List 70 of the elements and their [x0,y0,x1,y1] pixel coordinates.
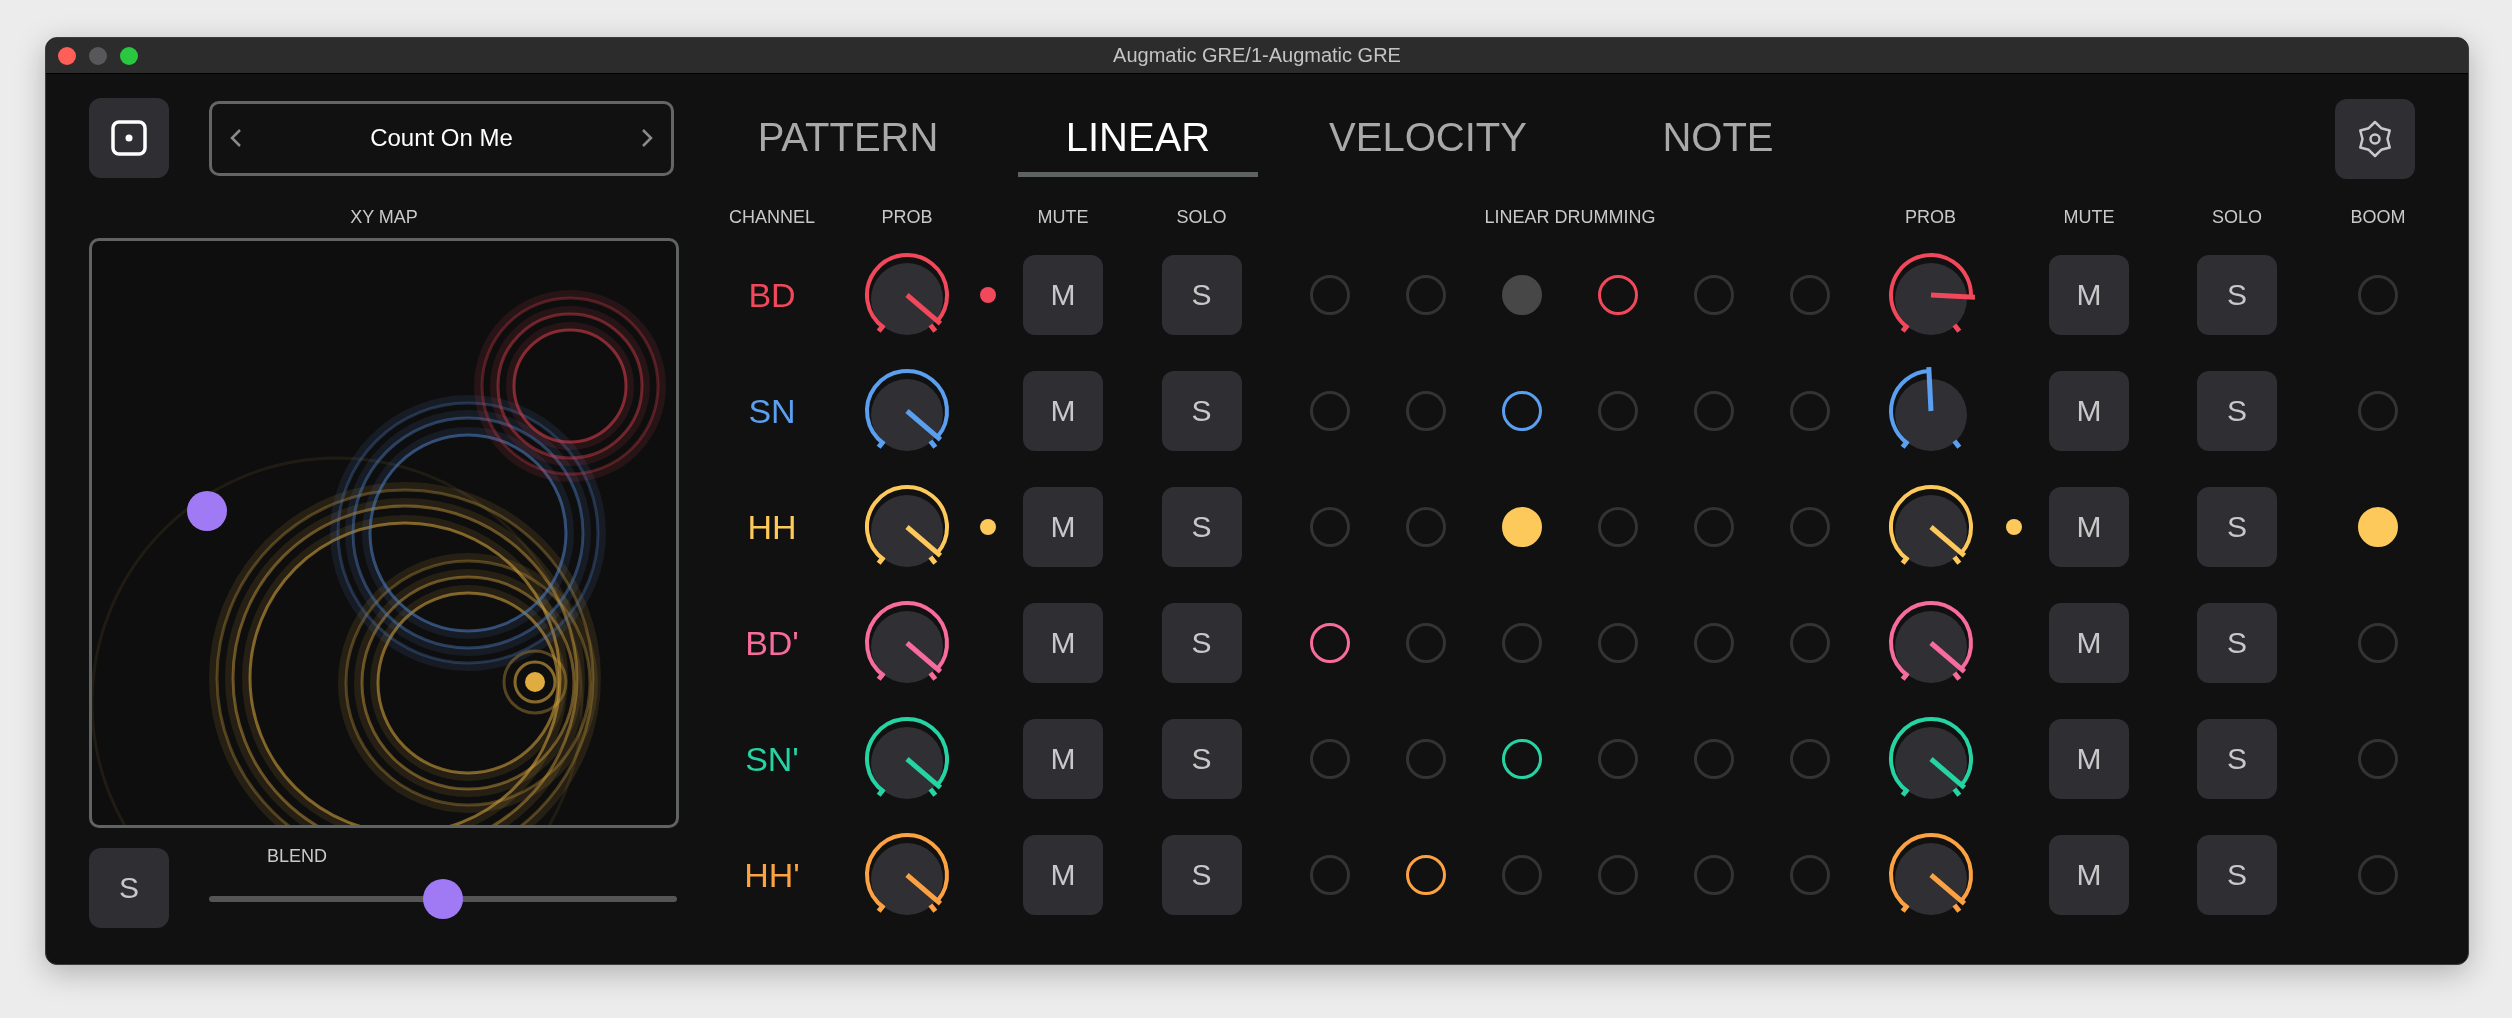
mute-button[interactable]: M [1023,719,1103,799]
xy-handle[interactable] [187,491,227,531]
close-button[interactable] [58,46,76,65]
mute-button[interactable]: M [2049,603,2129,683]
tab[interactable]: NOTE [1598,99,1838,177]
column-header: BOOM [2350,206,2406,228]
boom-toggle[interactable] [2358,855,2398,895]
settings-button[interactable] [2335,99,2415,179]
solo-button[interactable]: S [1161,255,1242,335]
step-circle[interactable] [1310,623,1350,663]
slider-thumb[interactable] [423,878,463,919]
step-circle[interactable] [1502,739,1542,779]
window-title: Augmatic GRE/1-Augmatic GRE [1113,44,1401,67]
mute-button[interactable]: M [1023,835,1103,915]
solo-button[interactable]: S [2197,487,2277,567]
step-circle[interactable] [1502,391,1542,431]
boom-toggle[interactable] [2358,623,2398,663]
solo-button[interactable]: S [1161,835,1242,915]
mute-button[interactable]: M [2049,719,2129,799]
column-header: MUTE [2063,206,2115,228]
mute-button[interactable]: M [1023,603,1103,683]
tab[interactable]: PATTERN [728,99,968,177]
mute-button[interactable]: M [1023,487,1103,567]
column-header: LINEAR DRUMMING [1484,206,1656,228]
boom-toggle[interactable] [2358,739,2398,779]
mute-button[interactable]: M [2049,487,2129,567]
solo-button[interactable]: S [2197,603,2277,683]
minimize-button[interactable] [89,46,107,65]
tab[interactable]: VELOCITY [1308,99,1548,177]
channel-name: SN [748,391,796,431]
mute-button[interactable]: M [2049,835,2129,915]
boom-toggle[interactable] [2358,275,2398,315]
channel-name: BD [748,275,796,315]
solo-button[interactable]: S [2197,835,2277,915]
dice-icon [110,119,148,157]
mute-button[interactable]: M [1023,255,1103,335]
solo-button[interactable]: S [1161,487,1242,567]
column-header: PROB [1905,206,1956,228]
blend-label: BLEND [267,845,328,867]
solo-button[interactable]: S [2197,371,2277,451]
dice-button[interactable] [89,98,169,178]
preset-name: Count On Me [370,124,513,152]
mute-button[interactable]: M [2049,371,2129,451]
solo-button[interactable]: S [1161,603,1242,683]
chevron-right-icon[interactable] [641,128,653,148]
channel-name: SN' [745,739,799,779]
chevron-left-icon[interactable] [230,128,242,148]
preset-selector[interactable]: Count On Me [209,100,674,176]
tab[interactable]: LINEAR [1018,99,1258,177]
mute-button[interactable]: M [2049,255,2129,335]
blend-slider[interactable] [209,878,677,919]
channel-name: HH [747,507,797,547]
channel-name: BD' [745,623,799,663]
zoom-button[interactable] [120,46,138,65]
column-header: MUTE [1037,206,1089,228]
column-header: PROB [881,206,933,228]
mute-button[interactable]: M [1023,371,1103,451]
column-header: SOLO [2212,206,2262,228]
solo-button[interactable]: S [89,848,169,928]
channel-name: HH' [744,855,800,895]
xy-map-label: XY MAP [350,206,418,228]
boom-toggle[interactable] [2358,391,2398,431]
solo-button[interactable]: S [1161,719,1242,799]
solo-button[interactable]: S [2197,255,2277,335]
column-header: SOLO [1176,206,1227,228]
solo-button[interactable]: S [1161,371,1242,451]
column-header: CHANNEL [729,206,815,228]
solo-button[interactable]: S [2197,719,2277,799]
step-circle[interactable] [1598,275,1638,315]
step-circle[interactable] [1406,855,1446,895]
